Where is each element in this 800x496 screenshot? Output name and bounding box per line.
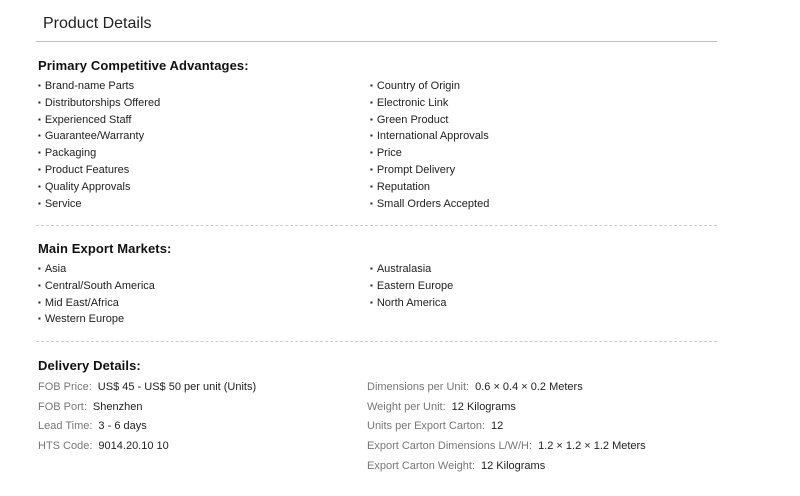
list-item: Mid East/Africa bbox=[38, 295, 155, 312]
field-value: 1.2 × 1.2 × 1.2 Meters bbox=[538, 440, 646, 452]
field-value: 12 Kilograms bbox=[481, 460, 546, 472]
list-item: Reputation bbox=[370, 179, 489, 196]
advantages-heading: Primary Competitive Advantages: bbox=[38, 58, 249, 73]
list-item: International Approvals bbox=[370, 128, 489, 145]
markets-list-left: Asia Central/South America Mid East/Afri… bbox=[38, 261, 155, 328]
field-value: 12 bbox=[491, 420, 504, 432]
field-label: Export Carton Weight: bbox=[367, 460, 476, 472]
list-item: Western Europe bbox=[38, 311, 155, 328]
carton-weight-row: Export Carton Weight: 12 Kilograms bbox=[367, 460, 545, 472]
lead-time-row: Lead Time: 3 - 6 days bbox=[38, 420, 147, 432]
list-item: Quality Approvals bbox=[38, 179, 160, 196]
list-item: Eastern Europe bbox=[370, 278, 453, 295]
units-per-carton-row: Units per Export Carton: 12 bbox=[367, 420, 503, 432]
list-item: Australasia bbox=[370, 261, 453, 278]
field-label: Lead Time: bbox=[38, 420, 93, 432]
markets-list-right: Australasia Eastern Europe North America bbox=[370, 261, 453, 311]
field-value: 9014.20.10 10 bbox=[98, 440, 169, 452]
advantages-list-right: Country of Origin Electronic Link Green … bbox=[370, 78, 490, 213]
fob-price-row: FOB Price: US$ 45 - US$ 50 per unit (Unit… bbox=[38, 381, 256, 393]
section-divider bbox=[36, 341, 717, 342]
field-label: HTS Code: bbox=[38, 440, 93, 452]
list-item: Product Features bbox=[38, 162, 160, 179]
list-item: Brand-name Parts bbox=[38, 78, 160, 95]
list-item: Green Product bbox=[370, 112, 489, 129]
list-item: Prompt Delivery bbox=[370, 162, 489, 179]
title-divider bbox=[36, 41, 717, 42]
field-value: 3 - 6 days bbox=[98, 420, 147, 432]
list-item: Asia bbox=[38, 261, 155, 278]
list-item: Distributorships Offered bbox=[38, 95, 160, 112]
list-item: Country of Origin bbox=[370, 78, 489, 95]
field-label: Dimensions per Unit: bbox=[367, 381, 470, 393]
list-item: North America bbox=[370, 295, 453, 312]
page-title: Product Details bbox=[43, 15, 152, 32]
field-label: Export Carton Dimensions L/W/H: bbox=[367, 440, 533, 452]
fob-port-row: FOB Port: Shenzhen bbox=[38, 401, 142, 413]
field-label: FOB Port: bbox=[38, 401, 87, 413]
markets-heading: Main Export Markets: bbox=[38, 241, 172, 256]
list-item: Guarantee/Warranty bbox=[38, 128, 160, 145]
dimensions-per-unit-row: Dimensions per Unit: 0.6 × 0.4 × 0.2 Mete… bbox=[367, 381, 583, 393]
list-item: Electronic Link bbox=[370, 95, 489, 112]
weight-per-unit-row: Weight per Unit: 12 Kilograms bbox=[367, 401, 516, 413]
field-label: Units per Export Carton: bbox=[367, 420, 485, 432]
advantages-list-left: Brand-name Parts Distributorships Offere… bbox=[38, 78, 160, 212]
field-label: Weight per Unit: bbox=[367, 401, 446, 413]
delivery-heading: Delivery Details: bbox=[38, 358, 141, 373]
list-item: Service bbox=[38, 196, 160, 213]
field-value: US$ 45 - US$ 50 per unit (Units) bbox=[97, 381, 257, 393]
hts-code-row: HTS Code: 9014.20.10 10 bbox=[38, 440, 169, 452]
list-item: Central/South America bbox=[38, 278, 155, 295]
list-item: Experienced Staff bbox=[38, 112, 160, 129]
list-item: Price bbox=[370, 145, 489, 162]
list-item: Small Orders Accepted bbox=[370, 196, 490, 213]
field-value: Shenzhen bbox=[92, 401, 143, 413]
field-value: 12 Kilograms bbox=[451, 401, 516, 413]
field-label: FOB Price: bbox=[38, 381, 92, 393]
list-item: Packaging bbox=[38, 145, 160, 162]
field-value: 0.6 × 0.4 × 0.2 Meters bbox=[475, 381, 583, 393]
section-divider bbox=[36, 225, 717, 226]
carton-dimensions-row: Export Carton Dimensions L/W/H: 1.2 × 1.2… bbox=[367, 440, 646, 452]
